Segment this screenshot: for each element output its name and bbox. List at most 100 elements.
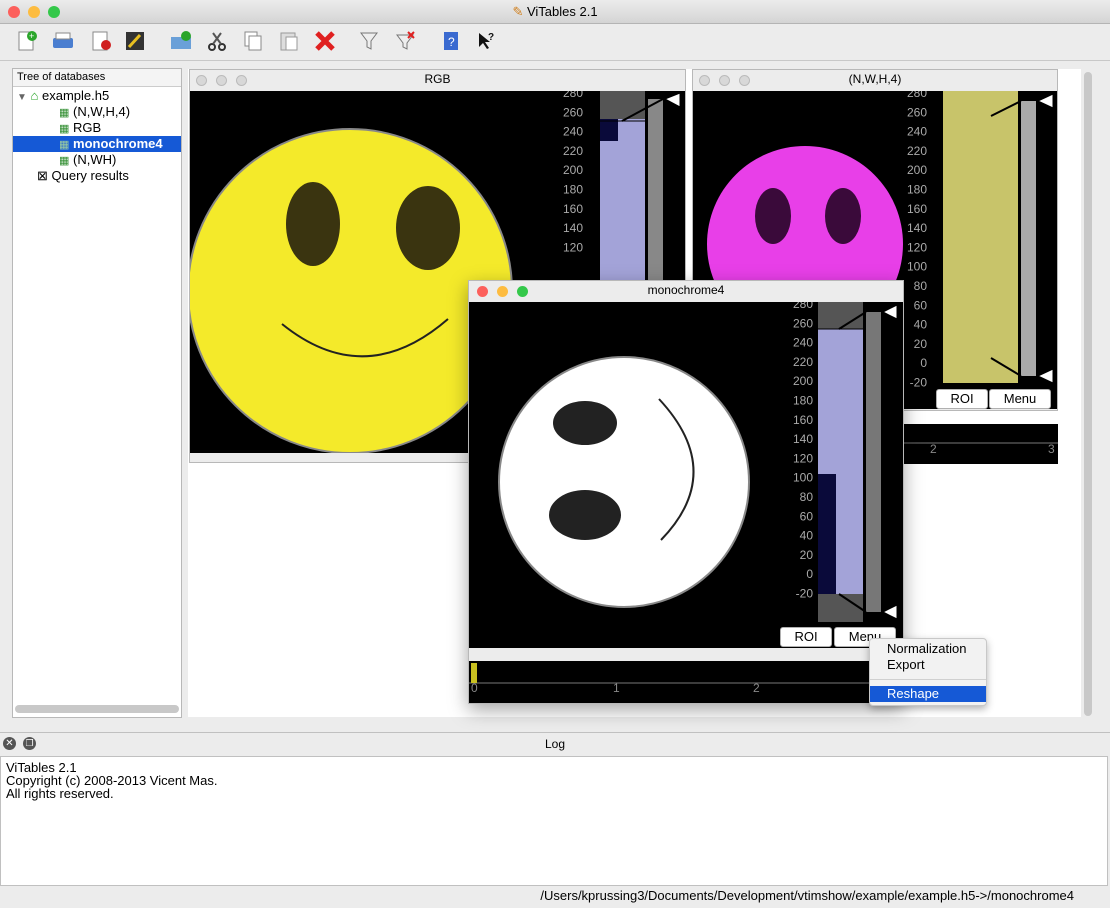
query-icon[interactable] bbox=[356, 28, 382, 54]
dataset-icon: ▦ bbox=[59, 139, 70, 151]
tree-item-nwh[interactable]: ▦ (N,WH) bbox=[59, 152, 179, 168]
whats-this-icon[interactable]: ? bbox=[474, 28, 500, 54]
database-tree-panel: Tree of databases ▼ ⌂ example.h5 ▦ (N,W,… bbox=[12, 68, 182, 718]
tree-file-label: example.h5 bbox=[42, 88, 110, 103]
nwh4-histogram[interactable]: 280260240220200180160140120100806040200-… bbox=[903, 91, 1057, 391]
histogram-tick-label: 120 bbox=[793, 451, 813, 465]
nwh4-timeline[interactable]: 2 3 bbox=[903, 424, 1058, 464]
svg-text:+: + bbox=[29, 31, 34, 41]
log-header: ✕ ❐ Log bbox=[0, 732, 1110, 754]
histogram-tick-label: 240 bbox=[793, 336, 813, 350]
histogram-tick-label: 40 bbox=[800, 529, 814, 543]
timeline-tick-label: 0 bbox=[471, 681, 478, 695]
toolbar bbox=[0, 25, 1110, 61]
status-bar-path: /Users/kprussing3/Documents/Development/… bbox=[540, 888, 1074, 903]
save-as-icon[interactable] bbox=[122, 28, 148, 54]
histogram-tick-label: 220 bbox=[793, 355, 813, 369]
histogram-tick-label: 240 bbox=[907, 125, 927, 139]
new-group-icon[interactable] bbox=[168, 28, 194, 54]
menu-item-export[interactable]: Export bbox=[887, 657, 925, 672]
svg-text:?: ? bbox=[448, 35, 455, 49]
tree-item-nwh4[interactable]: ▦ (N,W,H,4) bbox=[59, 104, 179, 120]
window-titlebar: ✎ ViTables 2.1 bbox=[0, 0, 1110, 24]
histogram-tick-label: 180 bbox=[563, 183, 583, 197]
app-logo-icon: ✎ bbox=[512, 4, 524, 19]
menu-item-reshape[interactable]: Reshape bbox=[870, 686, 986, 702]
histogram-tick-label: 60 bbox=[800, 509, 814, 523]
histogram-tick-label: 260 bbox=[563, 105, 583, 119]
tree-horizontal-scrollbar[interactable] bbox=[15, 705, 179, 713]
mono-timeline[interactable]: 0 1 2 bbox=[469, 661, 903, 703]
timeline-tick-label: 1 bbox=[613, 681, 620, 695]
log-title: Log bbox=[544, 737, 566, 751]
dataset-icon: ▦ bbox=[59, 123, 70, 135]
nwh4-menu-button[interactable]: Menu bbox=[989, 389, 1051, 409]
rgb-histogram[interactable]: 280 260 240 220 200 180 160 140 120 bbox=[530, 91, 685, 281]
new-file-icon[interactable]: + bbox=[14, 28, 40, 54]
app-title: ViTables 2.1 bbox=[526, 4, 598, 19]
mono-window-title: monochrome4 bbox=[647, 283, 725, 297]
tree-query-label: Query results bbox=[51, 168, 129, 183]
nwh4-roi-button[interactable]: ROI bbox=[936, 389, 988, 409]
histogram-tick-label: 200 bbox=[907, 163, 927, 177]
menu-item-normalization[interactable]: Normalization bbox=[887, 641, 966, 656]
histogram-tick-label: -20 bbox=[796, 587, 814, 601]
histogram-tick-label: 260 bbox=[907, 105, 927, 119]
context-menu: Normalization Export Reshape bbox=[869, 638, 987, 706]
about-icon[interactable]: ? bbox=[438, 28, 464, 54]
tree-header: Tree of databases bbox=[13, 69, 181, 87]
tree-file-node[interactable]: ▼ ⌂ example.h5 bbox=[17, 88, 109, 104]
log-line: All rights reserved. bbox=[6, 786, 114, 801]
histogram-tick-label: 20 bbox=[914, 337, 928, 351]
histogram-tick-label: 280 bbox=[793, 302, 813, 311]
histogram-tick-label: -20 bbox=[910, 376, 928, 390]
log-text-area[interactable]: ViTables 2.1 Copyright (c) 2008-2013 Vic… bbox=[0, 756, 1108, 886]
histogram-tick-label: 160 bbox=[907, 202, 927, 216]
log-panel: ✕ ❐ Log ViTables 2.1 Copyright (c) 2008-… bbox=[0, 732, 1110, 908]
tree-item-label: (N,W,H,4) bbox=[73, 104, 131, 119]
copy-icon[interactable] bbox=[240, 28, 266, 54]
workspace-vertical-scrollbar[interactable] bbox=[1084, 72, 1092, 716]
open-file-icon[interactable] bbox=[50, 28, 76, 54]
tree-query-results[interactable]: ⊠ Query results bbox=[37, 168, 129, 184]
tree-item-monochrome4[interactable]: ▦ monochrome4 bbox=[13, 136, 181, 152]
collapse-arrow-icon[interactable]: ▼ bbox=[17, 92, 27, 103]
delete-queries-icon[interactable] bbox=[392, 28, 418, 54]
histogram-tick-label: 220 bbox=[563, 144, 583, 158]
histogram-tick-label: 200 bbox=[793, 374, 813, 388]
mono-roi-button[interactable]: ROI bbox=[780, 627, 832, 647]
close-file-icon[interactable] bbox=[88, 28, 114, 54]
monochrome4-window[interactable]: monochrome4 280 260 240 220 200 180 160 140 120 1… bbox=[468, 280, 904, 704]
dataset-icon: ▦ bbox=[59, 107, 70, 119]
histogram-tick-label: 240 bbox=[563, 125, 583, 139]
histogram-tick-label: 100 bbox=[907, 260, 927, 274]
mono-image-view[interactable]: 280 260 240 220 200 180 160 140 120 100 80 60 40 20 0-… bbox=[469, 302, 903, 648]
tree-item-label: RGB bbox=[73, 120, 102, 135]
tree-item-label: (N,WH) bbox=[73, 152, 117, 167]
histogram-tick-label: 0 bbox=[806, 567, 813, 581]
histogram-tick-label: 60 bbox=[914, 298, 928, 312]
histogram-tick-label: 80 bbox=[800, 490, 814, 504]
histogram-tick-label: 140 bbox=[907, 221, 927, 235]
query-results-icon: ⊠ bbox=[37, 168, 48, 183]
histogram-tick-label: 120 bbox=[563, 240, 583, 254]
histogram-tick-label: 140 bbox=[563, 221, 583, 235]
timeline-tick-label: 3 bbox=[1048, 442, 1055, 456]
delete-icon[interactable] bbox=[312, 28, 338, 54]
histogram-tick-label: 220 bbox=[907, 144, 927, 158]
paste-icon[interactable] bbox=[276, 28, 302, 54]
tree-item-rgb[interactable]: ▦ RGB bbox=[59, 120, 179, 136]
histogram-tick-label: 100 bbox=[793, 471, 813, 485]
histogram-tick-label: 280 bbox=[907, 91, 927, 100]
histogram-tick-label: 120 bbox=[907, 240, 927, 254]
cut-icon[interactable] bbox=[204, 28, 230, 54]
svg-text:?: ? bbox=[488, 32, 494, 43]
histogram-tick-label: 20 bbox=[800, 548, 814, 562]
mono-histogram[interactable]: 280260240220200180160140120100806040200-… bbox=[769, 302, 903, 632]
rgb-window-title: RGB bbox=[424, 72, 451, 86]
home-icon: ⌂ bbox=[30, 88, 39, 103]
menu-separator bbox=[870, 679, 986, 680]
histogram-tick-label: 80 bbox=[914, 279, 928, 293]
log-line: Copyright (c) 2008-2013 Vicent Mas. bbox=[6, 773, 218, 788]
histogram-tick-label: 180 bbox=[907, 183, 927, 197]
